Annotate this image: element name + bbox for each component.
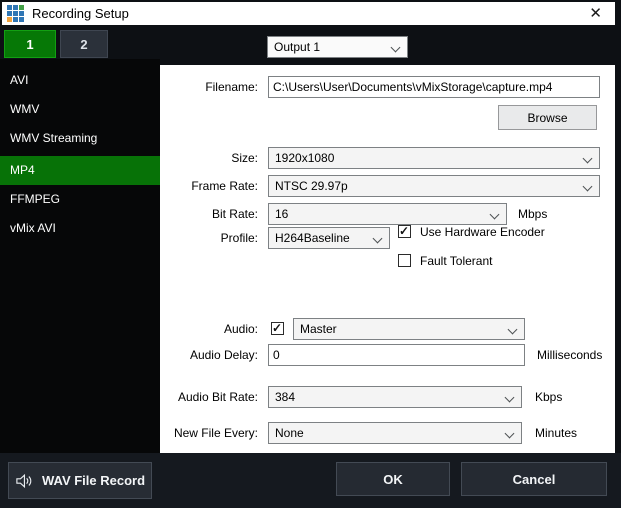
bit-rate-unit: Mbps: [518, 203, 547, 225]
frame-rate-label: Frame Rate:: [160, 175, 258, 197]
size-label: Size:: [160, 147, 258, 169]
audio-label: Audio:: [160, 318, 258, 340]
profile-label: Profile:: [160, 227, 258, 249]
chevron-down-icon: [584, 154, 593, 163]
chevron-down-icon: [509, 325, 518, 334]
use-hardware-encoder-checkbox[interactable]: [398, 225, 411, 238]
chevron-down-icon: [506, 429, 515, 438]
ok-button[interactable]: OK: [336, 462, 450, 496]
size-select[interactable]: 1920x1080: [268, 147, 600, 169]
bit-rate-select[interactable]: 16: [268, 203, 507, 225]
recording-setup-window: Recording Setup ✕ 1 2 Output 1 AVI WMV W…: [0, 0, 621, 508]
sidebar-item-vmix-avi[interactable]: vMix AVI: [0, 214, 160, 243]
new-file-every-select-value: None: [275, 426, 502, 440]
vmix-logo-icon: [7, 5, 26, 24]
bit-rate-label: Bit Rate:: [160, 203, 258, 225]
recorder-tab-1[interactable]: 1: [4, 30, 56, 58]
wav-file-record-label: WAV File Record: [42, 473, 145, 488]
audio-bit-rate-unit: Kbps: [535, 386, 562, 408]
new-file-every-label: New File Every:: [160, 422, 258, 444]
speaker-icon: [15, 473, 33, 489]
footer-bar: WAV File Record OK Cancel: [0, 453, 621, 508]
audio-bit-rate-label: Audio Bit Rate:: [160, 386, 258, 408]
sidebar-item-ffmpeg[interactable]: FFMPEG: [0, 185, 160, 214]
recorder-tab-2[interactable]: 2: [60, 30, 108, 58]
chevron-down-icon: [374, 234, 383, 243]
chevron-down-icon: [584, 182, 593, 191]
bit-rate-select-value: 16: [275, 207, 487, 221]
size-select-value: 1920x1080: [275, 151, 580, 165]
wav-file-record-button[interactable]: WAV File Record: [8, 462, 152, 499]
fault-tolerant-checkbox[interactable]: [398, 254, 411, 267]
browse-button[interactable]: Browse: [498, 105, 597, 130]
chevron-down-icon: [392, 43, 401, 52]
output-select-value: Output 1: [274, 40, 388, 54]
sidebar-item-wmv-streaming[interactable]: WMV Streaming: [0, 124, 160, 153]
cancel-button[interactable]: Cancel: [461, 462, 607, 496]
close-icon[interactable]: ✕: [589, 2, 602, 25]
new-file-every-select[interactable]: None: [268, 422, 522, 444]
frame-rate-select-value: NTSC 29.97p: [275, 179, 580, 193]
audio-select-value: Master: [300, 322, 505, 336]
audio-delay-label: Audio Delay:: [160, 344, 258, 366]
window-title: Recording Setup: [32, 2, 129, 25]
profile-select-value: H264Baseline: [275, 231, 370, 245]
sidebar-item-mp4[interactable]: MP4: [0, 156, 160, 185]
new-file-every-unit: Minutes: [535, 422, 577, 444]
filename-label: Filename:: [160, 76, 258, 98]
chevron-down-icon: [506, 393, 515, 402]
audio-checkbox[interactable]: [271, 322, 284, 335]
output-select[interactable]: Output 1: [267, 36, 408, 58]
use-hardware-encoder-label: Use Hardware Encoder: [420, 225, 545, 239]
settings-panel: Filename: Browse Size: 1920x1080 Frame R…: [160, 65, 615, 453]
sidebar-item-avi[interactable]: AVI: [0, 66, 160, 95]
audio-select[interactable]: Master: [293, 318, 525, 340]
audio-delay-unit: Milliseconds: [537, 344, 602, 366]
audio-bit-rate-select[interactable]: 384: [268, 386, 522, 408]
title-bar: Recording Setup ✕: [2, 2, 615, 25]
profile-select[interactable]: H264Baseline: [268, 227, 390, 249]
audio-delay-input[interactable]: [268, 344, 525, 366]
format-sidebar: AVI WMV WMV Streaming MP4 FFMPEG vMix AV…: [0, 59, 160, 453]
fault-tolerant-label: Fault Tolerant: [420, 254, 493, 268]
audio-bit-rate-select-value: 384: [275, 390, 502, 404]
chevron-down-icon: [491, 210, 500, 219]
sidebar-item-wmv[interactable]: WMV: [0, 95, 160, 124]
frame-rate-select[interactable]: NTSC 29.97p: [268, 175, 600, 197]
filename-input[interactable]: [268, 76, 600, 98]
